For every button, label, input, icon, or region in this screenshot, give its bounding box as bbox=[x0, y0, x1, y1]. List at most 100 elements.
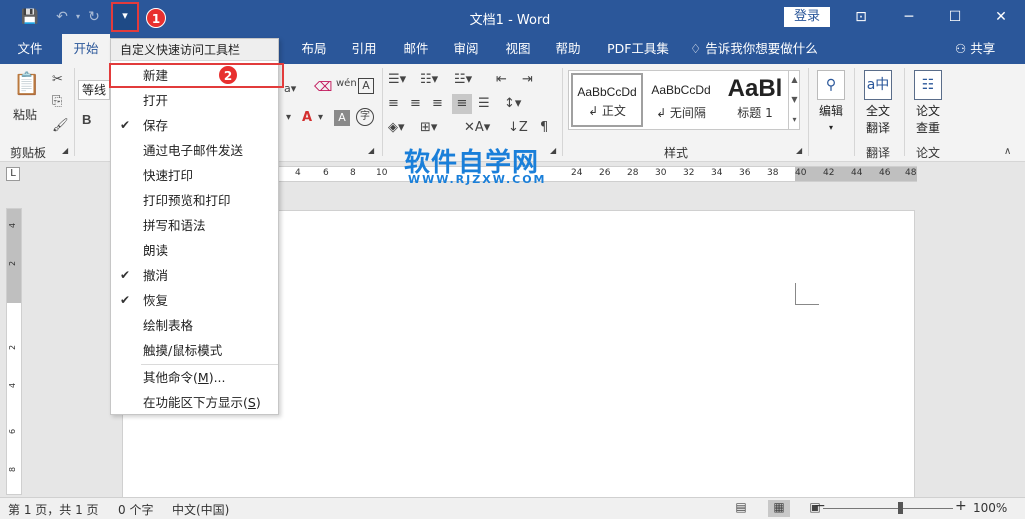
tell-me-search[interactable]: ♢ 告诉我你想要做什么 bbox=[690, 34, 830, 64]
enclose-char-icon[interactable]: 字 bbox=[356, 108, 374, 126]
tab-home[interactable]: 开始 bbox=[62, 34, 110, 64]
tab-file[interactable]: 文件 bbox=[8, 34, 52, 64]
paste-label[interactable]: 粘贴 bbox=[13, 106, 37, 123]
close-icon[interactable]: ✕ bbox=[986, 6, 1016, 28]
menu-item-undo[interactable]: ✔ 撤消 bbox=[111, 263, 278, 288]
group-separator bbox=[382, 68, 383, 156]
increase-indent-icon[interactable]: ⇥ bbox=[522, 72, 533, 87]
menu-item-new[interactable]: 新建 bbox=[109, 63, 284, 88]
decrease-indent-icon[interactable]: ⇤ bbox=[496, 72, 507, 87]
lightbulb-icon: ♢ bbox=[690, 41, 702, 56]
chinese-layout-icon[interactable]: ✕A▾ bbox=[464, 120, 490, 135]
show-marks-icon[interactable]: ¶ bbox=[540, 120, 548, 135]
sort-icon[interactable]: ↓Z bbox=[508, 120, 528, 135]
editing-label: 编辑 bbox=[818, 104, 843, 118]
minimize-icon[interactable]: ─ bbox=[894, 6, 924, 28]
vertical-ruler[interactable]: 4 2 2 4 6 8 bbox=[6, 208, 22, 495]
copy-icon[interactable]: ⎘ bbox=[52, 94, 62, 109]
menu-item-show-below-ribbon[interactable]: 在功能区下方显示(S) bbox=[111, 390, 278, 415]
menu-item-save[interactable]: ✔ 保存 bbox=[111, 113, 278, 138]
tab-pdf-tools[interactable]: PDF工具集 bbox=[602, 34, 674, 64]
zoom-out-button[interactable]: − bbox=[814, 498, 826, 514]
borders-icon[interactable]: ⊞▾ bbox=[420, 120, 437, 135]
tab-mailings[interactable]: 邮件 bbox=[396, 34, 436, 64]
bold-button[interactable]: B bbox=[82, 112, 91, 127]
distributed-icon[interactable]: ☰ bbox=[478, 96, 490, 111]
bullets-icon[interactable]: ☰▾ bbox=[388, 72, 406, 87]
shading-icon[interactable]: ◈▾ bbox=[388, 120, 405, 135]
font-dialog-launcher-icon[interactable]: ◢ bbox=[368, 146, 374, 155]
tell-me-label: 告诉我你想要做什么 bbox=[705, 41, 818, 56]
zoom-level[interactable]: 100% bbox=[973, 501, 1007, 515]
tab-review[interactable]: 审阅 bbox=[446, 34, 486, 64]
menu-item-touch-mode[interactable]: 触摸/鼠标模式 bbox=[111, 338, 278, 363]
save-icon[interactable]: 💾 bbox=[20, 7, 40, 27]
vertical-scrollbar[interactable] bbox=[1008, 186, 1025, 496]
menu-header: 自定义快速访问工具栏 bbox=[111, 39, 278, 61]
paste-icon[interactable]: 📋 bbox=[12, 72, 42, 102]
collapse-ribbon-icon[interactable]: ∧ bbox=[1004, 146, 1011, 157]
align-left-icon[interactable]: ≡ bbox=[388, 96, 399, 111]
menu-item-email[interactable]: 通过电子邮件发送 bbox=[111, 138, 278, 163]
zoom-slider-thumb[interactable] bbox=[898, 502, 903, 514]
char-shading-icon[interactable]: A bbox=[334, 110, 350, 126]
menu-item-redo[interactable]: ✔ 恢复 bbox=[111, 288, 278, 313]
menu-item-draw-table[interactable]: 绘制表格 bbox=[111, 313, 278, 338]
menu-item-read-aloud[interactable]: 朗读 bbox=[111, 238, 278, 263]
tab-references[interactable]: 引用 bbox=[344, 34, 384, 64]
read-mode-icon[interactable]: ▤ bbox=[730, 500, 752, 517]
menu-item-more-commands[interactable]: 其他命令(M)... bbox=[111, 365, 278, 390]
paper-label-2: 查重 bbox=[915, 121, 940, 135]
full-translate-button[interactable]: a中 全文 翻译 bbox=[860, 70, 896, 136]
language-indicator[interactable]: 中文(中国) bbox=[172, 501, 229, 518]
maximize-icon[interactable]: ☐ bbox=[940, 6, 970, 28]
word-count[interactable]: 0 个字 bbox=[118, 501, 153, 518]
ribbon-display-icon[interactable]: ⊡ bbox=[846, 6, 876, 28]
tab-layout[interactable]: 布局 bbox=[294, 34, 334, 64]
tab-view[interactable]: 视图 bbox=[498, 34, 538, 64]
font-color-icon[interactable]: A bbox=[302, 110, 312, 125]
justify-icon[interactable]: ≡ bbox=[452, 94, 472, 114]
menu-item-quick-print[interactable]: 快速打印 bbox=[111, 163, 278, 188]
style-heading-1[interactable]: AaBl 标题 1 bbox=[719, 73, 791, 127]
ruler-tick: 4 bbox=[8, 222, 18, 229]
share-button[interactable]: ⚇ 共享 bbox=[955, 34, 995, 64]
clear-format-icon[interactable]: ⌫ bbox=[314, 80, 332, 95]
paragraph-dialog-launcher-icon[interactable]: ◢ bbox=[550, 146, 556, 155]
redo-icon[interactable]: ↻ bbox=[84, 7, 104, 27]
customize-qat-button[interactable]: ▾ bbox=[111, 2, 139, 32]
cut-icon[interactable]: ✂ bbox=[52, 72, 63, 87]
font-size-arrow-icon[interactable]: a▾ bbox=[284, 82, 296, 95]
menu-item-label: 在功能区下方显示( bbox=[143, 395, 248, 410]
format-painter-icon[interactable]: 🖌 bbox=[52, 118, 69, 133]
page-count[interactable]: 第 1 页，共 1 页 bbox=[8, 501, 99, 518]
paper-check-button[interactable]: ☷ 论文 查重 bbox=[910, 70, 946, 136]
highlight-arrow-icon[interactable]: ▾ bbox=[286, 112, 291, 123]
char-border-icon[interactable]: A bbox=[358, 78, 374, 94]
ruler-tick: 28 bbox=[627, 168, 639, 178]
gallery-scroll[interactable]: ▲ ▼ ▾ bbox=[788, 70, 800, 130]
menu-item-print-preview[interactable]: 打印预览和打印 bbox=[111, 188, 278, 213]
menu-item-spelling[interactable]: 拼写和语法 bbox=[111, 213, 278, 238]
editing-button[interactable]: ⚲ 编辑 ▾ bbox=[814, 70, 848, 133]
tab-selector[interactable]: L bbox=[6, 167, 20, 181]
tab-help[interactable]: 帮助 bbox=[548, 34, 588, 64]
login-button[interactable]: 登录 bbox=[784, 7, 830, 27]
font-color-arrow-icon[interactable]: ▾ bbox=[318, 112, 323, 123]
align-center-icon[interactable]: ≡ bbox=[410, 96, 421, 111]
menu-item-open[interactable]: 打开 bbox=[111, 88, 278, 113]
zoom-slider[interactable] bbox=[823, 508, 953, 509]
numbering-icon[interactable]: ☷▾ bbox=[420, 72, 438, 87]
menu-item-label: 新建 bbox=[143, 68, 169, 83]
style-normal[interactable]: AaBbCcDd ↲ 正文 bbox=[571, 73, 643, 127]
font-name-box[interactable]: 等线 bbox=[78, 80, 110, 100]
line-spacing-icon[interactable]: ↕▾ bbox=[504, 96, 521, 111]
zoom-in-button[interactable]: + bbox=[955, 498, 967, 514]
style-no-spacing[interactable]: AaBbCcDd ↲ 无间隔 bbox=[645, 73, 717, 127]
styles-dialog-launcher-icon[interactable]: ◢ bbox=[796, 146, 802, 155]
phonetic-guide-icon[interactable]: wén bbox=[336, 78, 357, 89]
dialog-launcher-icon[interactable]: ◢ bbox=[62, 146, 68, 155]
multilevel-list-icon[interactable]: ☳▾ bbox=[454, 72, 472, 87]
print-layout-icon[interactable]: ▦ bbox=[768, 500, 790, 517]
align-right-icon[interactable]: ≡ bbox=[432, 96, 443, 111]
